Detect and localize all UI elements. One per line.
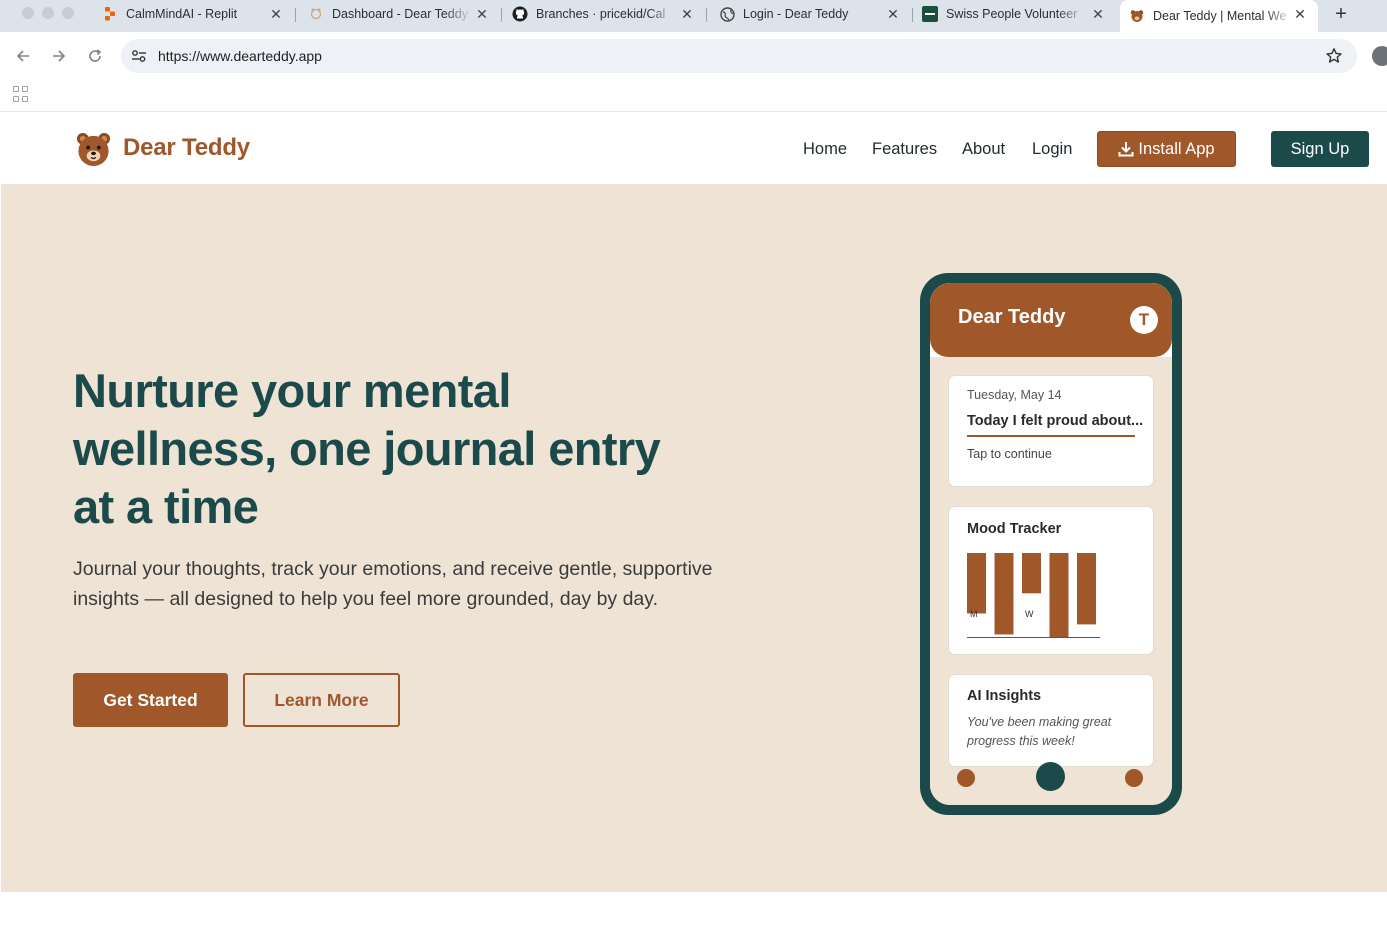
apps-grid-icon[interactable] xyxy=(13,86,29,102)
tab-title: Branches · pricekid/Cal xyxy=(536,7,666,21)
learn-more-button[interactable]: Learn More xyxy=(243,673,400,727)
tab-swiss-people-volunteer[interactable]: Swiss People Volunteer ✕ xyxy=(914,0,1116,28)
journal-underline xyxy=(967,435,1135,437)
mood-bar-label: M xyxy=(970,609,978,619)
journal-tap-hint: Tap to continue xyxy=(967,447,1052,461)
tab-login-dear-teddy[interactable]: Login - Dear Teddy ✕ xyxy=(709,0,911,28)
browser-toolbar: https://www.dearteddy.app xyxy=(0,32,1387,80)
forward-button[interactable] xyxy=(49,46,69,66)
teddy-bear-logo-icon[interactable] xyxy=(76,132,111,167)
tab-separator xyxy=(295,8,296,22)
nav-dot-left[interactable] xyxy=(957,769,975,787)
window-close-dot[interactable] xyxy=(22,7,34,19)
bookmark-star-icon[interactable] xyxy=(1325,47,1343,65)
mood-bar xyxy=(967,553,986,614)
download-icon xyxy=(1118,142,1134,157)
address-bar[interactable]: https://www.dearteddy.app xyxy=(121,39,1357,73)
mood-bar xyxy=(994,553,1014,635)
journal-card: Tuesday, May 14 Today I felt proud about… xyxy=(948,375,1154,487)
tab-close-icon[interactable]: ✕ xyxy=(268,6,284,22)
tab-separator xyxy=(501,8,502,22)
tab-title: Dashboard - Dear Teddy xyxy=(332,7,468,21)
site-header: Dear Teddy Home Features About Login Ins… xyxy=(1,113,1387,184)
hero-title: Nurture your mental wellness, one journa… xyxy=(73,364,661,533)
tab-separator xyxy=(912,8,913,22)
ai-insights-card: AI Insights You've been making great pro… xyxy=(948,674,1154,767)
tab-close-icon[interactable]: ✕ xyxy=(679,6,695,22)
github-icon xyxy=(512,6,528,22)
phone-user-avatar: T xyxy=(1130,306,1158,334)
teddy-icon xyxy=(308,6,324,22)
nav-login[interactable]: Login xyxy=(1032,140,1072,159)
install-app-button[interactable]: Install App xyxy=(1097,131,1236,167)
mood-tracker-title: Mood Tracker xyxy=(967,521,1062,537)
arrow-right-icon xyxy=(53,50,66,62)
journal-date: Tuesday, May 14 xyxy=(967,388,1062,402)
tab-title: CalmMindAI - Replit xyxy=(126,7,238,21)
phone-app-header: Dear Teddy T xyxy=(930,283,1172,357)
back-button[interactable] xyxy=(13,46,33,66)
tab-close-icon[interactable]: ✕ xyxy=(474,6,490,22)
tab-separator xyxy=(706,8,707,22)
tab-dear-teddy-active[interactable]: Dear Teddy | Mental We ✕ xyxy=(1120,0,1318,32)
arrow-left-icon xyxy=(16,50,29,62)
new-tab-button[interactable]: + xyxy=(1331,3,1351,26)
sign-up-button[interactable]: Sign Up xyxy=(1271,131,1369,167)
hero-section: Nurture your mental wellness, one journa… xyxy=(1,184,1387,892)
site-settings-icon xyxy=(132,50,146,62)
tab-title: Dear Teddy | Mental We xyxy=(1153,9,1287,23)
ai-insights-text: You've been making great progress this w… xyxy=(967,715,1112,748)
url-text[interactable]: https://www.dearteddy.app xyxy=(158,48,322,64)
tab-dashboard-dear-teddy[interactable]: Dashboard - Dear Teddy ✕ xyxy=(298,0,500,28)
mood-bar xyxy=(1077,553,1096,625)
phone-app-title: Dear Teddy xyxy=(958,306,1066,328)
brand-name[interactable]: Dear Teddy xyxy=(123,134,250,162)
mood-tracker-card: Mood Tracker MW xyxy=(948,506,1154,655)
reload-icon xyxy=(89,49,102,62)
nav-about[interactable]: About xyxy=(962,140,1005,159)
tab-title: Login - Dear Teddy xyxy=(743,7,849,21)
tab-title: Swiss People Volunteer xyxy=(946,7,1078,21)
nav-dot-right[interactable] xyxy=(1125,769,1143,787)
phone-mockup: Dear Teddy T Tuesday, May 14 Today I fel… xyxy=(920,273,1182,815)
bookmarks-bar xyxy=(0,80,1387,112)
globe-icon xyxy=(719,6,735,22)
cspe-icon xyxy=(922,6,938,22)
window-minimize-dot[interactable] xyxy=(42,7,54,19)
tab-calmmindai-replit[interactable]: CalmMindAI - Replit ✕ xyxy=(92,0,294,28)
mood-bar xyxy=(1022,553,1041,594)
mood-bar xyxy=(1049,553,1069,637)
tab-close-icon[interactable]: ✕ xyxy=(885,6,901,22)
ai-insights-title: AI Insights xyxy=(967,688,1042,704)
install-app-label: Install App xyxy=(1138,139,1215,158)
mood-bar-label: W xyxy=(1025,609,1034,619)
nav-dot-center[interactable] xyxy=(1036,762,1065,791)
journal-entry-preview: Today I felt proud about... xyxy=(967,413,1144,429)
tab-close-icon[interactable]: ✕ xyxy=(1292,6,1308,22)
window-zoom-dot[interactable] xyxy=(62,7,74,19)
nav-features[interactable]: Features xyxy=(872,140,937,159)
browser-tab-strip: CalmMindAI - Replit ✕ Dashboard - Dear T… xyxy=(0,0,1387,32)
get-started-button[interactable]: Get Started xyxy=(73,673,228,727)
hero-subtitle: Journal your thoughts, track your emotio… xyxy=(73,558,713,610)
reload-button[interactable] xyxy=(85,46,105,66)
nav-home[interactable]: Home xyxy=(803,140,847,159)
phone-screen: Dear Teddy T Tuesday, May 14 Today I fel… xyxy=(930,283,1172,805)
mood-chart: MW xyxy=(967,553,1100,638)
replit-icon xyxy=(102,6,118,22)
phone-app-body: Tuesday, May 14 Today I felt proud about… xyxy=(930,357,1172,805)
teddy-icon xyxy=(1129,8,1145,24)
tab-github-branches[interactable]: Branches · pricekid/Cal ✕ xyxy=(503,0,705,28)
profile-avatar[interactable] xyxy=(1372,46,1387,66)
tab-close-icon[interactable]: ✕ xyxy=(1090,6,1106,22)
